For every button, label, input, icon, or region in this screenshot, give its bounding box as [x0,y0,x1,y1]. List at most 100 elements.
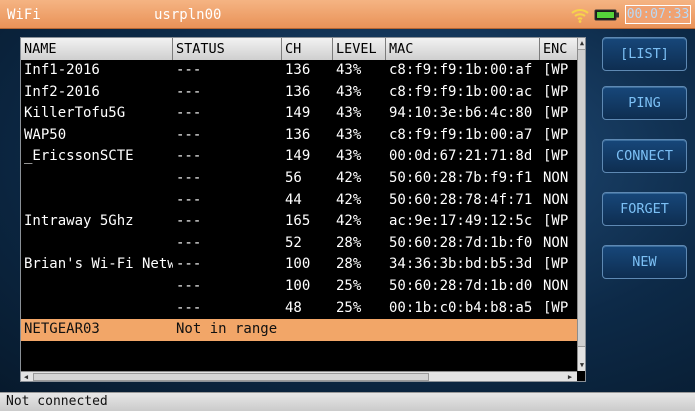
cell-mac: c8:f9:f9:1b:00:ac [389,83,533,100]
table-row[interactable]: KillerTofu5G --- 149 43% 94:10:3e:b6:4c:80 [W… [21,103,577,125]
cell-level: 43% [336,126,362,143]
ping-button[interactable]: PING [602,86,687,120]
app-title: WiFi [7,7,41,23]
cell-encryption: NON [543,277,569,294]
column-header-status[interactable]: STATUS [173,38,282,60]
cell-name: Intraway 5Ghz [24,213,134,230]
hostname: usrpln00 [154,7,222,23]
cell-encryption: [WP [543,213,569,230]
cell-channel: 149 [285,148,311,165]
cell-level: 42% [336,213,362,230]
table-row[interactable]: --- 56 42% 50:60:28:7b:f9:f1 NON [21,168,577,190]
cell-encryption: [WP [543,256,569,273]
horizontal-scroll-thumb[interactable] [33,373,429,381]
column-header-mac[interactable]: MAC [386,38,540,60]
column-header-ch[interactable]: CH [282,38,333,60]
table-row[interactable]: Inf2-2016 --- 136 43% c8:f9:f9:1b:00:ac [WP [21,82,577,104]
cell-status: --- [176,169,202,186]
cell-channel: 136 [285,62,311,78]
column-header-level[interactable]: LEVEL [333,38,386,60]
horizontal-scrollbar[interactable]: ◀ ▶ [21,371,577,381]
cell-status: --- [176,213,202,230]
table-row[interactable]: Inf1-2016 --- 136 43% c8:f9:f9:1b:00:af [WP [21,60,577,82]
cell-level: 43% [336,148,362,165]
cell-name: Inf1-2016 [24,62,100,78]
cell-channel: 52 [285,234,302,251]
cell-name: NETGEAR03 [24,321,100,338]
column-header-name[interactable]: NAME [21,38,173,60]
clock: 00:07:33 [625,5,691,24]
cell-channel: 149 [285,105,311,122]
cell-name [21,190,173,212]
cell-mac: 00:0d:67:21:71:8d [389,148,533,165]
table-row[interactable]: --- 48 25% 00:1b:c0:b4:b8:a5 [WP [21,298,577,320]
list-button[interactable]: [LIST] [602,37,687,71]
column-header-enc[interactable]: ENC [540,38,577,60]
scroll-down-icon[interactable]: ▼ [578,360,585,370]
table-body: Inf1-2016 --- 136 43% c8:f9:f9:1b:00:af [WP In… [21,60,577,341]
cell-mac: 50:60:28:7b:f9:f1 [389,169,533,186]
scroll-left-icon[interactable]: ◀ [21,372,31,381]
cell-mac: 94:10:3e:b6:4c:80 [389,105,533,122]
cell-mac: c8:f9:f9:1b:00:a7 [389,126,533,143]
cell-level: 43% [336,62,362,78]
cell-channel: 56 [285,169,302,186]
table-row[interactable]: Brian's Wi-Fi Netw --- 100 28% 34:36:3b:bd:b… [21,254,577,276]
table-header: NAME STATUS CH LEVEL MAC ENC [21,38,577,60]
cell-name: WAP50 [24,126,67,143]
table-row[interactable]: --- 52 28% 50:60:28:7d:1b:f0 NON [21,233,577,255]
cell-level: 28% [336,234,362,251]
cell-level: 28% [336,256,362,273]
cell-channel: 48 [285,299,302,316]
table-row[interactable]: WAP50 --- 136 43% c8:f9:f9:1b:00:a7 [WP [21,125,577,147]
cell-level: 25% [336,277,362,294]
cell-name [21,276,173,298]
scroll-up-icon[interactable]: ▲ [578,38,585,48]
cell-encryption: [WP [543,148,569,165]
cell-level: 25% [336,299,362,316]
new-button[interactable]: NEW [602,245,687,279]
cell-status: --- [176,256,202,273]
title-bar: WiFi usrpln00 00:07:33 [0,0,695,29]
cell-status: --- [176,299,202,316]
cell-status: --- [176,105,202,122]
wifi-icon [571,9,589,23]
cell-encryption: NON [543,169,569,186]
cell-name: _EricssonSCTE [24,148,134,165]
cell-mac: 50:60:28:7d:1b:d0 [389,277,533,294]
cell-channel: 44 [285,191,302,208]
table-row[interactable]: --- 100 25% 50:60:28:7d:1b:d0 NON [21,276,577,298]
connect-button[interactable]: CONNECT [602,139,687,173]
cell-level: 43% [336,105,362,122]
table-row[interactable]: _EricssonSCTE --- 149 43% 00:0d:67:21:71:8d [… [21,146,577,168]
cell-mac: 50:60:28:78:4f:71 [389,191,533,208]
vertical-scroll-thumb[interactable] [578,49,585,347]
cell-mac: 50:60:28:7d:1b:f0 [389,234,533,251]
cell-encryption: [WP [543,299,569,316]
forget-button[interactable]: FORGET [602,192,687,226]
cell-mac: 34:36:3b:bd:b5:3d [389,256,533,273]
cell-status: --- [176,126,202,143]
table-row[interactable]: --- 44 42% 50:60:28:78:4f:71 NON [21,190,577,212]
network-list[interactable]: NAME STATUS CH LEVEL MAC ENC Inf1-2016 --… [20,37,586,382]
cell-mac: 00:1b:c0:b4:b8:a5 [389,299,533,316]
cell-channel: 165 [285,213,311,230]
table-row[interactable]: NETGEAR03 Not in range [21,319,577,341]
cell-status: --- [176,62,202,78]
cell-channel: 136 [285,126,311,143]
cell-encryption: [WP [543,83,569,100]
vertical-scrollbar[interactable]: ▲ ▼ [577,38,585,371]
cell-encryption: [WP [543,126,569,143]
cell-name [21,168,173,190]
cell-channel: 100 [285,277,311,294]
cell-status: Not in range [176,321,278,338]
cell-channel: 100 [285,256,311,273]
cell-level: 42% [336,191,362,208]
cell-status: --- [176,234,202,251]
table-row[interactable]: Intraway 5Ghz --- 165 42% ac:9e:17:49:12:5c [… [21,211,577,233]
scroll-right-icon[interactable]: ▶ [565,372,575,381]
cell-level: 42% [336,169,362,186]
cell-name [21,298,173,320]
cell-status: --- [176,83,202,100]
cell-name [21,233,173,255]
